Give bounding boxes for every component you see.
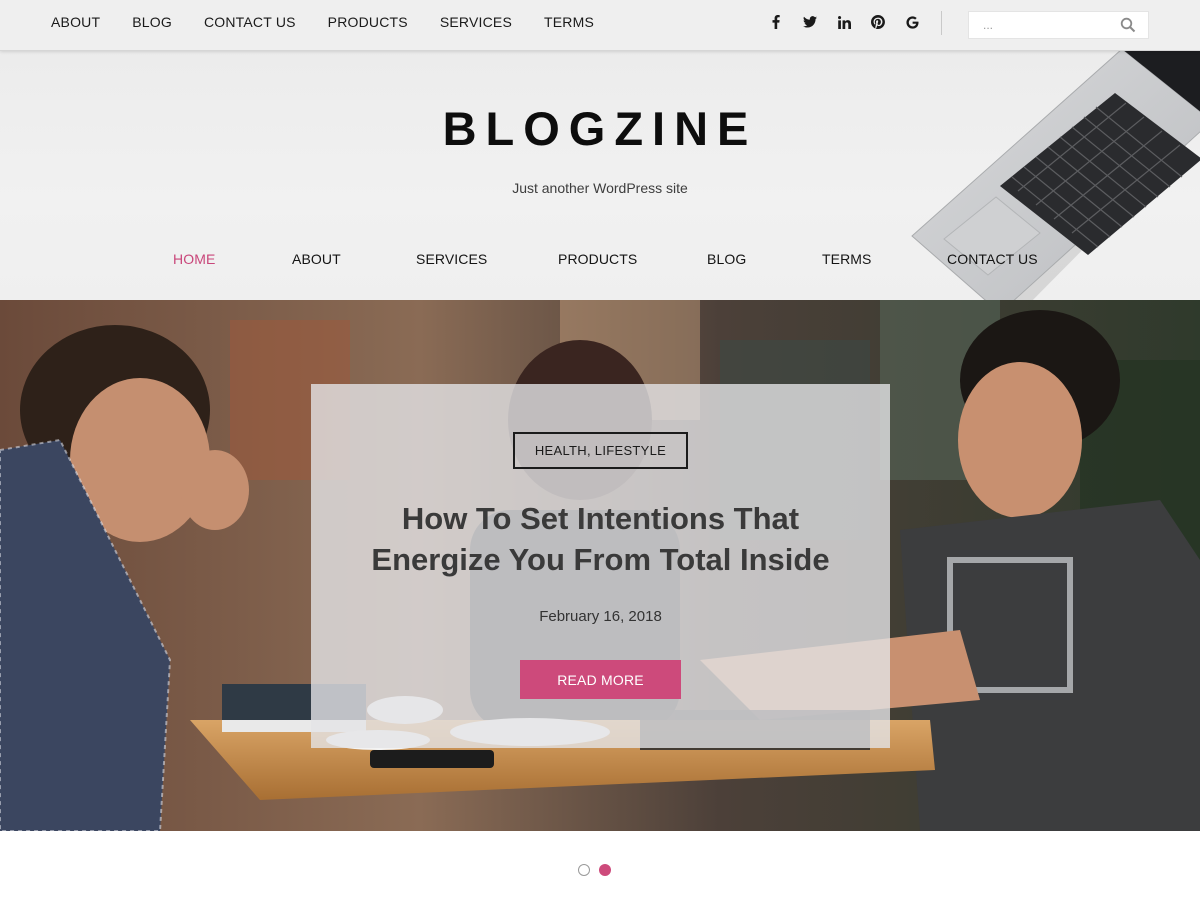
slider-pagination [578, 864, 620, 876]
top-menu: ABOUT BLOG CONTACT US PRODUCTS SERVICES … [51, 0, 626, 44]
pinterest-icon[interactable] [866, 11, 890, 33]
slide-content-card: HEALTH, LIFESTYLE How To Set Intentions … [311, 384, 890, 748]
slider-dot-2[interactable] [599, 864, 611, 876]
nav-item-blog[interactable]: BLOG [707, 251, 746, 267]
nav-item-services[interactable]: SERVICES [416, 251, 487, 267]
nav-item-home[interactable]: HOME [173, 251, 215, 267]
top-menu-item-services[interactable]: SERVICES [440, 14, 512, 30]
top-menu-item-about[interactable]: ABOUT [51, 14, 100, 30]
nav-item-about[interactable]: ABOUT [292, 251, 341, 267]
top-menu-item-blog[interactable]: BLOG [132, 14, 172, 30]
nav-item-terms[interactable]: TERMS [822, 251, 872, 267]
top-menu-item-contact-us[interactable]: CONTACT US [204, 14, 296, 30]
top-menu-item-terms[interactable]: TERMS [544, 14, 594, 30]
top-bar: ABOUT BLOG CONTACT US PRODUCTS SERVICES … [0, 0, 1200, 51]
search-form [968, 11, 1149, 39]
site-tagline: Just another WordPress site [512, 180, 688, 196]
category-badge[interactable]: HEALTH, LIFESTYLE [513, 432, 688, 469]
slider-dot-1[interactable] [578, 864, 590, 876]
main-nav: HOME ABOUT SERVICES PRODUCTS BLOG TERMS … [0, 251, 1200, 271]
post-date: February 16, 2018 [539, 608, 662, 625]
top-menu-item-products[interactable]: PRODUCTS [328, 14, 408, 30]
site-header: BLOGZINE Just another WordPress site HOM… [0, 51, 1200, 300]
post-title[interactable]: How To Set Intentions That Energize You … [311, 498, 890, 580]
search-icon[interactable] [1120, 17, 1138, 35]
hero-slider: HEALTH, LIFESTYLE How To Set Intentions … [0, 300, 1200, 831]
topbar-divider [941, 11, 942, 35]
search-input[interactable] [969, 12, 1119, 38]
nav-item-products[interactable]: PRODUCTS [558, 251, 637, 267]
twitter-icon[interactable] [798, 11, 822, 33]
read-more-button[interactable]: READ MORE [520, 660, 681, 699]
google-icon[interactable] [900, 11, 924, 33]
facebook-icon[interactable] [764, 11, 788, 33]
linkedin-icon[interactable] [832, 11, 856, 33]
site-title[interactable]: BLOGZINE [0, 101, 1200, 156]
social-links [764, 11, 934, 33]
post-title-line-1[interactable]: How To Set Intentions That [311, 498, 890, 539]
nav-item-contact-us[interactable]: CONTACT US [947, 251, 1038, 267]
post-title-line-2[interactable]: Energize You From Total Inside [311, 539, 890, 580]
